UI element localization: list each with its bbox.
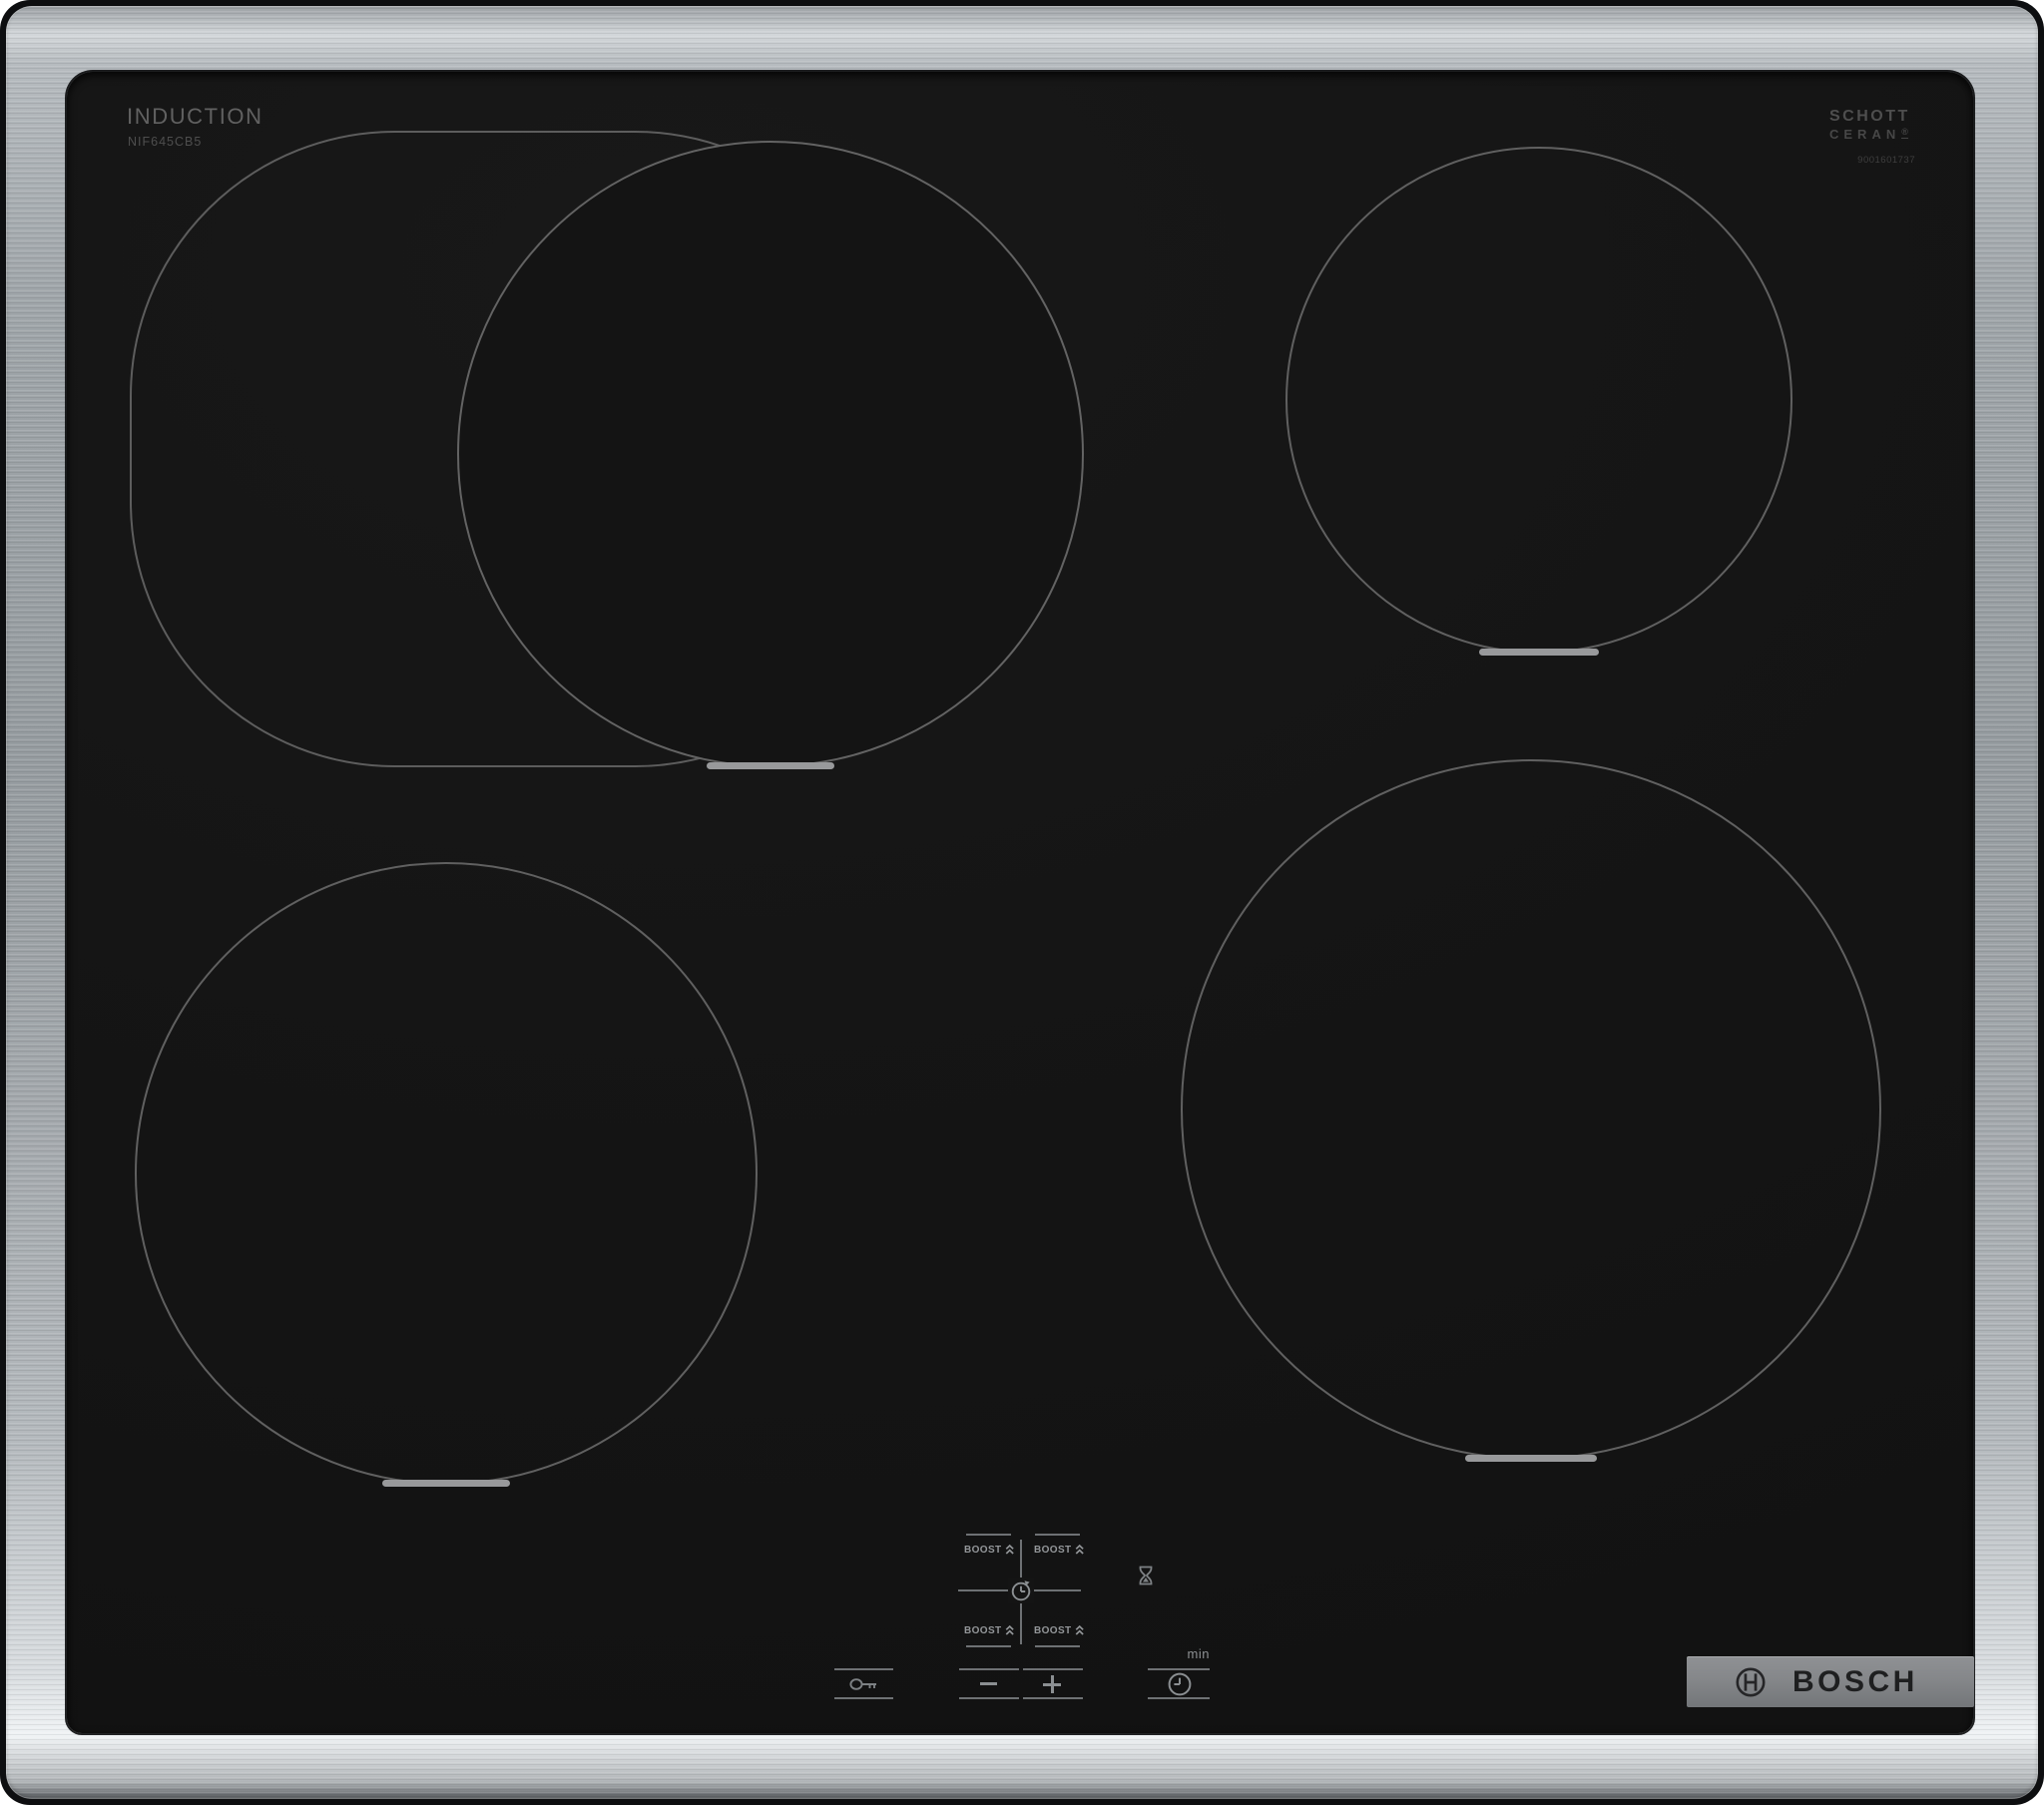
bosch-wordmark: BOSCH xyxy=(1792,1664,1918,1698)
child-lock-line xyxy=(834,1697,893,1699)
zone-select-line[interactable] xyxy=(966,1534,1011,1536)
hob-outer-edge: INDUCTION NIF645CB5 SCHOTT CERAN ® 90016… xyxy=(0,0,2044,1805)
clock-icon xyxy=(1168,1672,1192,1696)
plus-button-line xyxy=(1023,1697,1083,1699)
bosch-anchor-logo-icon xyxy=(1736,1667,1766,1696)
double-chevron-up-icon xyxy=(1075,1544,1084,1555)
double-chevron-up-icon xyxy=(1075,1624,1084,1635)
timer-hourglass-indicator xyxy=(1139,1566,1153,1585)
minus-button[interactable] xyxy=(980,1682,997,1685)
model-number: NIF645CB5 xyxy=(128,135,203,149)
minus-button-line xyxy=(959,1668,1019,1670)
bosch-badge: BOSCH xyxy=(1687,1656,1974,1707)
zone-select-line[interactable] xyxy=(1035,1534,1080,1536)
double-chevron-up-icon xyxy=(1005,1544,1014,1555)
zone-select-line[interactable] xyxy=(1035,1645,1080,1647)
schott-ceran-logo: SCHOTT CERAN ® 9001601737 xyxy=(1829,108,1915,166)
hourglass-icon xyxy=(1139,1566,1153,1585)
schott-line: SCHOTT xyxy=(1829,108,1910,125)
boost-button-rear-left[interactable]: BOOST xyxy=(964,1623,1014,1637)
print-serial-number: 9001601737 xyxy=(1857,155,1915,166)
ceramic-glass-surface xyxy=(67,72,1973,1733)
zone-timer-selector[interactable] xyxy=(1008,1578,1034,1603)
child-lock-button[interactable] xyxy=(848,1674,880,1694)
timer-min-label: min xyxy=(1187,1646,1210,1661)
hob-photo: INDUCTION NIF645CB5 SCHOTT CERAN ® 90016… xyxy=(0,0,2044,1805)
double-chevron-up-icon xyxy=(1005,1624,1014,1635)
ceran-line: CERAN ® xyxy=(1829,127,1908,142)
induction-label: INDUCTION xyxy=(127,104,263,129)
timer-button[interactable] xyxy=(1166,1670,1194,1698)
zone-select-line[interactable] xyxy=(966,1645,1011,1647)
plus-button-line xyxy=(1023,1668,1083,1670)
child-lock-line xyxy=(834,1668,893,1670)
clock-arrow-icon xyxy=(1011,1580,1031,1601)
key-icon xyxy=(849,1678,876,1690)
boost-button-front-left[interactable]: BOOST xyxy=(964,1543,1014,1557)
minus-button-line xyxy=(959,1697,1019,1699)
plus-button[interactable] xyxy=(1050,1675,1054,1693)
registered-mark: ® xyxy=(1901,127,1908,139)
boost-button-front-right[interactable]: BOOST xyxy=(1034,1543,1084,1557)
boost-button-rear-right[interactable]: BOOST xyxy=(1034,1623,1084,1637)
